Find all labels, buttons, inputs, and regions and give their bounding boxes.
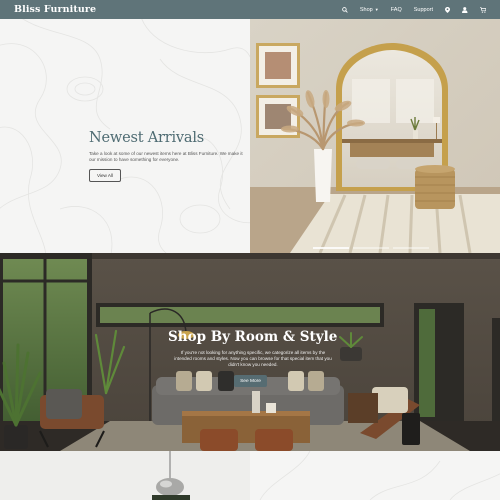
next-section-photo — [0, 451, 250, 500]
location-button[interactable] — [445, 6, 450, 13]
navbar: Bliss Furniture Shop ▼ FAQ Support — [0, 0, 500, 19]
cart-button[interactable] — [479, 6, 486, 13]
hero-text-panel: Newest Arrivals Take a look at some of o… — [0, 19, 250, 253]
cart-icon — [479, 6, 486, 13]
search-icon — [342, 6, 348, 13]
next-section-text-panel — [250, 451, 500, 500]
account-button[interactable] — [462, 6, 468, 13]
nav-links: Shop ▼ FAQ Support — [330, 6, 486, 13]
room-illustration — [0, 253, 500, 451]
hero-title: Newest Arrivals — [89, 130, 205, 146]
faq-link[interactable]: FAQ — [391, 7, 402, 13]
pendant-lamp-illustration — [0, 451, 250, 500]
search-button[interactable] — [342, 6, 348, 13]
faq-label: FAQ — [390, 6, 402, 13]
see-more-button[interactable]: See More — [234, 375, 267, 387]
hero-description: Take a look at some of our newest items … — [89, 151, 243, 162]
location-pin-icon — [445, 6, 450, 13]
view-all-button[interactable]: View All — [89, 169, 122, 182]
newest-arrivals-photo — [250, 19, 500, 253]
topographic-background — [250, 451, 500, 500]
shop-dropdown[interactable]: Shop ▼ — [360, 7, 379, 13]
shop-label: Shop — [359, 6, 373, 13]
shop-by-room-section: Shop By Room & Style If you're not looki… — [0, 253, 500, 451]
hero-content: Newest Arrivals Take a look at some of o… — [89, 130, 244, 182]
support-label: Support — [413, 6, 433, 13]
living-room-illustration — [250, 19, 500, 253]
brand-logo[interactable]: Bliss Furniture — [14, 4, 96, 15]
user-icon — [462, 6, 468, 13]
support-link[interactable]: Support — [414, 7, 433, 13]
chevron-down-icon: ▼ — [374, 7, 379, 12]
